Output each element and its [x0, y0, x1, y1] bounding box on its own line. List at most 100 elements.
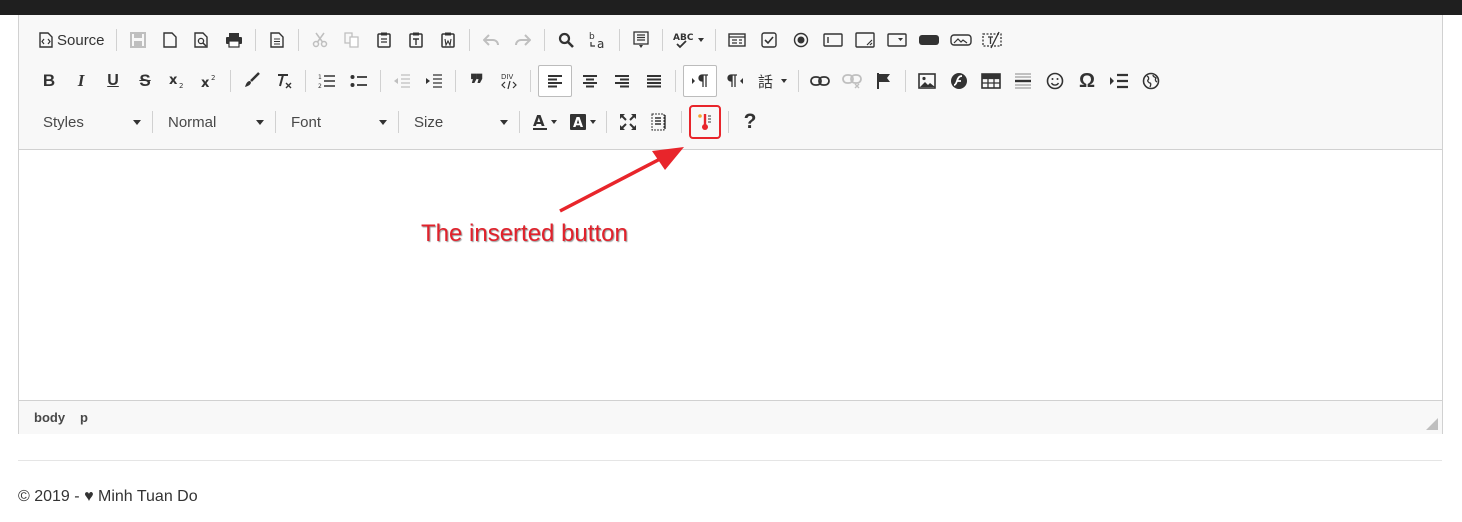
copy-formatting-button[interactable]	[238, 67, 266, 95]
button-field-button[interactable]	[915, 26, 943, 54]
smiley-button[interactable]	[1041, 67, 1069, 95]
paste-text-icon	[408, 32, 423, 48]
superscript-button[interactable]: x2	[195, 67, 223, 95]
copy-icon	[343, 32, 359, 48]
image-button[interactable]	[913, 67, 941, 95]
table-button[interactable]	[977, 67, 1005, 95]
italic-icon: I	[77, 71, 85, 90]
styles-dropdown[interactable]: Styles	[33, 109, 147, 135]
preview-button[interactable]	[188, 26, 216, 54]
align-center-icon	[583, 75, 597, 88]
svg-text:2: 2	[179, 82, 183, 89]
size-dropdown[interactable]: Size	[404, 109, 514, 135]
select-field-button[interactable]	[883, 26, 911, 54]
paste-from-word-button[interactable]	[434, 26, 462, 54]
subscript-button[interactable]: x2	[163, 67, 191, 95]
editor-toolbar: Source b a ABC B I U S x 2 x 2 1 2 ❞ DIV…	[19, 15, 1442, 150]
flash-icon	[951, 73, 967, 89]
globe-icon	[1142, 72, 1160, 90]
maximize-button[interactable]	[614, 108, 642, 136]
editor-status-bar: body p	[19, 400, 1442, 434]
rtl-icon	[727, 74, 743, 87]
find-button[interactable]	[552, 26, 580, 54]
font-dropdown[interactable]: Font	[281, 109, 393, 135]
svg-text:x: x	[169, 73, 178, 88]
unlink-icon	[842, 74, 862, 89]
format-dropdown[interactable]: Normal	[158, 109, 270, 135]
special-char-button[interactable]: Ω	[1073, 67, 1101, 95]
select-all-button[interactable]	[627, 26, 655, 54]
underline-button[interactable]: U	[99, 67, 127, 95]
flash-button[interactable]	[945, 67, 973, 95]
show-blocks-icon	[651, 113, 666, 131]
undo-button[interactable]	[477, 26, 505, 54]
checkbox-button[interactable]	[755, 26, 783, 54]
background-color-button[interactable]: A	[565, 108, 599, 136]
italic-button[interactable]: I	[67, 67, 95, 95]
text-field-button[interactable]	[819, 26, 847, 54]
show-blocks-button[interactable]	[646, 108, 674, 136]
image-button-field-button[interactable]	[947, 26, 975, 54]
form-button[interactable]	[723, 26, 751, 54]
link-button[interactable]	[806, 67, 834, 95]
language-button[interactable]: 話	[753, 67, 791, 95]
align-left-button[interactable]	[538, 65, 572, 97]
numbered-list-button[interactable]: 12	[313, 67, 341, 95]
textarea-button[interactable]	[851, 26, 879, 54]
create-div-button[interactable]: DIV	[495, 67, 523, 95]
svg-text:ABC: ABC	[673, 33, 694, 43]
paste-text-button[interactable]	[402, 26, 430, 54]
redo-button[interactable]	[509, 26, 537, 54]
horizontal-line-button[interactable]	[1009, 67, 1037, 95]
hidden-field-button[interactable]	[979, 26, 1007, 54]
templates-icon	[269, 32, 284, 48]
templates-button[interactable]	[263, 26, 291, 54]
cut-button[interactable]	[306, 26, 334, 54]
new-page-button[interactable]	[156, 26, 184, 54]
resize-grip-icon[interactable]	[1426, 418, 1438, 430]
replace-button[interactable]: ba	[584, 26, 612, 54]
align-right-button[interactable]	[608, 67, 636, 95]
align-center-button[interactable]	[576, 67, 604, 95]
source-button[interactable]: Source	[35, 26, 109, 54]
svg-text:1: 1	[318, 74, 322, 81]
spellcheck-button[interactable]: ABC	[670, 26, 708, 54]
paste-button[interactable]	[370, 26, 398, 54]
table-icon	[981, 73, 1001, 89]
about-button[interactable]: ?	[736, 108, 764, 136]
bulleted-list-button[interactable]	[345, 67, 373, 95]
quote-icon: ❞	[470, 70, 484, 100]
text-direction-rtl-button[interactable]	[721, 67, 749, 95]
strikethrough-icon: S	[139, 71, 151, 90]
text-direction-ltr-button[interactable]	[683, 65, 717, 97]
strikethrough-button[interactable]: S	[131, 67, 159, 95]
save-button[interactable]	[124, 26, 152, 54]
separator	[455, 70, 456, 92]
page-break-button[interactable]	[1105, 67, 1133, 95]
text-color-button[interactable]: A	[527, 108, 561, 136]
separator	[297, 29, 299, 51]
heart-icon: ♥	[84, 488, 94, 505]
anchor-button[interactable]	[870, 67, 898, 95]
path-item-p[interactable]: p	[80, 410, 88, 425]
radio-button[interactable]	[787, 26, 815, 54]
remove-format-button[interactable]	[270, 67, 298, 95]
print-button[interactable]	[220, 26, 248, 54]
path-item-body[interactable]: body	[34, 410, 65, 425]
inserted-custom-button[interactable]	[689, 105, 721, 139]
blockquote-button[interactable]: ❞	[463, 67, 491, 100]
copy-button[interactable]	[338, 26, 366, 54]
help-icon: ?	[743, 110, 757, 133]
annotation-text: The inserted button	[421, 220, 628, 247]
text-field-icon	[822, 33, 843, 47]
iframe-button[interactable]	[1137, 67, 1165, 95]
editor-content-area[interactable]: The inserted button	[19, 150, 1442, 400]
justify-button[interactable]	[640, 67, 668, 95]
increase-indent-button[interactable]	[420, 67, 448, 95]
chevron-down-icon	[256, 119, 264, 125]
cut-icon	[312, 32, 327, 48]
bold-button[interactable]: B	[35, 67, 63, 95]
separator	[275, 111, 276, 133]
unlink-button[interactable]	[838, 67, 866, 95]
decrease-indent-button[interactable]	[388, 67, 416, 95]
